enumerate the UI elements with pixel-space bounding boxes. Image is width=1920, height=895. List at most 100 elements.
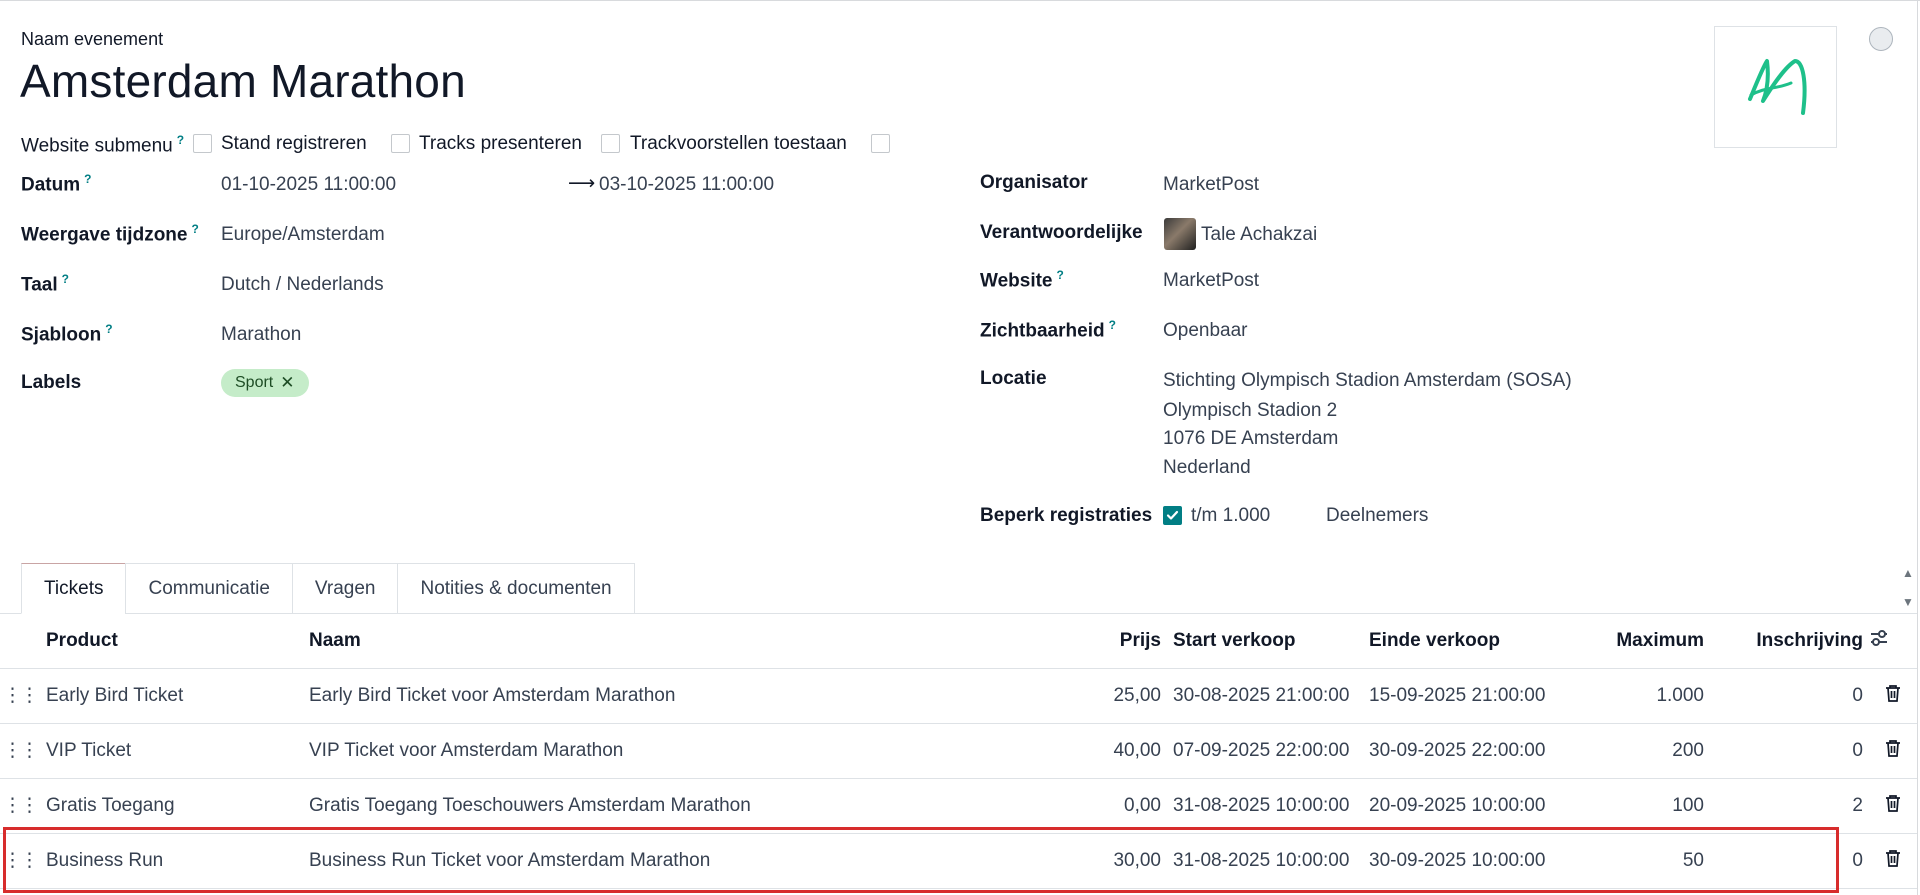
cell-maximum[interactable]: 200 [1570, 723, 1710, 779]
scroll-up-icon[interactable]: ▲ [1899, 566, 1917, 581]
language-select[interactable]: Dutch / Nederlands [221, 274, 384, 296]
date-start-field[interactable]: 01-10-2025 11:00:00 [221, 174, 396, 196]
location-label: Locatie [980, 368, 1047, 389]
timezone-label: Weergave tijdzone? [21, 222, 199, 246]
date-end-field[interactable]: 03-10-2025 11:00:00 [599, 174, 774, 196]
cell-product[interactable]: Gratis Toegang [40, 778, 303, 834]
cell-start-verkoop[interactable]: 30-08-2025 21:00:00 [1167, 668, 1363, 724]
drag-handle-icon[interactable]: ⋮⋮ [0, 723, 40, 779]
status-indicator[interactable] [1869, 27, 1893, 51]
timezone-select[interactable]: Europe/Amsterdam [221, 224, 385, 246]
drag-handle-icon[interactable]: ⋮⋮ [0, 668, 40, 724]
help-icon[interactable]: ? [62, 272, 69, 286]
limit-value-field[interactable]: t/m 1.000 [1191, 505, 1270, 527]
notebook-tabs: Tickets Communicatie Vragen Notities & d… [21, 563, 635, 614]
tab-communicatie[interactable]: Communicatie [125, 563, 292, 614]
check-icon [1166, 510, 1179, 520]
website-field[interactable]: MarketPost [1163, 270, 1259, 292]
drag-handle-icon[interactable]: ⋮⋮ [0, 833, 40, 889]
cell-inschrijving: 0 [1710, 668, 1869, 724]
event-name-input[interactable]: Amsterdam Marathon [20, 54, 466, 108]
help-icon[interactable]: ? [84, 172, 91, 186]
help-icon[interactable]: ? [191, 222, 198, 236]
cell-inschrijving: 2 [1710, 778, 1869, 834]
trash-icon[interactable] [1869, 723, 1917, 779]
trash-icon[interactable] [1869, 833, 1917, 889]
scrollbar[interactable]: ▲ ▼ [1899, 566, 1917, 612]
cell-einde-verkoop[interactable]: 30-09-2025 22:00:00 [1363, 723, 1570, 779]
cell-inschrijving: 0 [1710, 723, 1869, 779]
stand-register-label: Stand registreren [221, 133, 367, 154]
avatar [1164, 218, 1196, 250]
cell-inschrijving: 0 [1710, 833, 1869, 889]
cell-start-verkoop[interactable]: 31-08-2025 10:00:00 [1167, 778, 1363, 834]
cell-maximum[interactable]: 1.000 [1570, 668, 1710, 724]
scroll-down-icon[interactable]: ▼ [1899, 595, 1917, 610]
col-inschrijving[interactable]: Inschrijving [1710, 614, 1869, 669]
track-proposals-checkbox[interactable] [871, 134, 890, 153]
col-product[interactable]: Product [40, 614, 303, 669]
visibility-label: Zichtbaarheid? [980, 318, 1116, 342]
drag-handle-icon[interactable]: ⋮⋮ [0, 778, 40, 834]
cell-product[interactable]: VIP Ticket [40, 723, 303, 779]
help-icon[interactable]: ? [1057, 268, 1064, 282]
location-name[interactable]: Stichting Olympisch Stadion Amsterdam (S… [1163, 370, 1572, 392]
help-icon[interactable]: ? [177, 133, 184, 147]
cell-prijs[interactable]: 0,00 [1080, 778, 1167, 834]
location-street: Olympisch Stadion 2 [1163, 400, 1338, 421]
trash-icon[interactable] [1869, 778, 1917, 834]
tab-tickets[interactable]: Tickets [21, 563, 126, 614]
close-icon[interactable]: ✕ [280, 373, 294, 393]
visibility-select[interactable]: Openbaar [1163, 320, 1248, 342]
location-country: Nederland [1163, 457, 1251, 478]
tab-vragen[interactable]: Vragen [291, 563, 398, 614]
responsible-label: Verantwoordelijke [980, 222, 1143, 243]
logo-icon [1748, 59, 1807, 115]
limit-registrations-checkbox[interactable] [1163, 506, 1182, 525]
tag-label: Sport [235, 374, 274, 391]
col-einde-verkoop[interactable]: Einde verkoop [1363, 614, 1570, 669]
column-settings-icon[interactable] [1869, 614, 1917, 669]
col-maximum[interactable]: Maximum [1570, 614, 1710, 669]
cell-start-verkoop[interactable]: 07-09-2025 22:00:00 [1167, 723, 1363, 779]
datum-label: Datum? [21, 172, 92, 196]
tab-notities[interactable]: Notities & documenten [397, 563, 635, 614]
cell-start-verkoop[interactable]: 31-08-2025 10:00:00 [1167, 833, 1363, 889]
cell-product[interactable]: Early Bird Ticket [40, 668, 303, 724]
stand-register-checkbox[interactable] [391, 134, 410, 153]
table-row[interactable]: ⋮⋮ Gratis Toegang Gratis Toegang Toeschouw… [0, 778, 1917, 834]
trash-icon[interactable] [1869, 668, 1917, 724]
col-start-verkoop[interactable]: Start verkoop [1167, 614, 1363, 669]
cell-maximum[interactable]: 100 [1570, 778, 1710, 834]
cell-prijs[interactable]: 30,00 [1080, 833, 1167, 889]
table-row[interactable]: ⋮⋮ Early Bird Ticket Early Bird Ticket voo… [0, 668, 1917, 724]
cell-prijs[interactable]: 25,00 [1080, 668, 1167, 724]
language-label: Taal? [21, 272, 69, 296]
cell-prijs[interactable]: 40,00 [1080, 723, 1167, 779]
cell-naam[interactable]: VIP Ticket voor Amsterdam Marathon [303, 723, 1080, 779]
cell-einde-verkoop[interactable]: 20-09-2025 10:00:00 [1363, 778, 1570, 834]
event-logo-image[interactable] [1714, 26, 1837, 148]
tracks-present-checkbox[interactable] [601, 134, 620, 153]
organizer-field[interactable]: MarketPost [1163, 174, 1259, 196]
cell-maximum[interactable]: 50 [1570, 833, 1710, 889]
website-submenu-checkbox[interactable] [193, 134, 212, 153]
help-icon[interactable]: ? [1109, 318, 1116, 332]
cell-einde-verkoop[interactable]: 15-09-2025 21:00:00 [1363, 668, 1570, 724]
cell-naam[interactable]: Gratis Toegang Toeschouwers Amsterdam Ma… [303, 778, 1080, 834]
col-naam[interactable]: Naam [303, 614, 1080, 669]
track-proposals-label: Trackvoorstellen toestaan [630, 133, 847, 154]
responsible-field[interactable]: Tale Achakzai [1201, 224, 1317, 246]
table-row[interactable]: ⋮⋮ VIP Ticket VIP Ticket voor Amsterdam Ma… [0, 723, 1917, 779]
cell-naam[interactable]: Business Run Ticket voor Amsterdam Marat… [303, 833, 1080, 889]
arrow-right-icon: ⟶ [568, 173, 596, 194]
template-select[interactable]: Marathon [221, 324, 301, 346]
col-prijs[interactable]: Prijs [1080, 614, 1167, 669]
cell-product[interactable]: Business Run [40, 833, 303, 889]
labels-label: Labels [21, 372, 82, 393]
cell-einde-verkoop[interactable]: 30-09-2025 10:00:00 [1363, 833, 1570, 889]
right-border [1917, 0, 1918, 895]
cell-naam[interactable]: Early Bird Ticket voor Amsterdam Maratho… [303, 668, 1080, 724]
help-icon[interactable]: ? [105, 322, 112, 336]
table-row[interactable]: ⋮⋮ Business Run Business Run Ticket voor A… [0, 833, 1917, 889]
